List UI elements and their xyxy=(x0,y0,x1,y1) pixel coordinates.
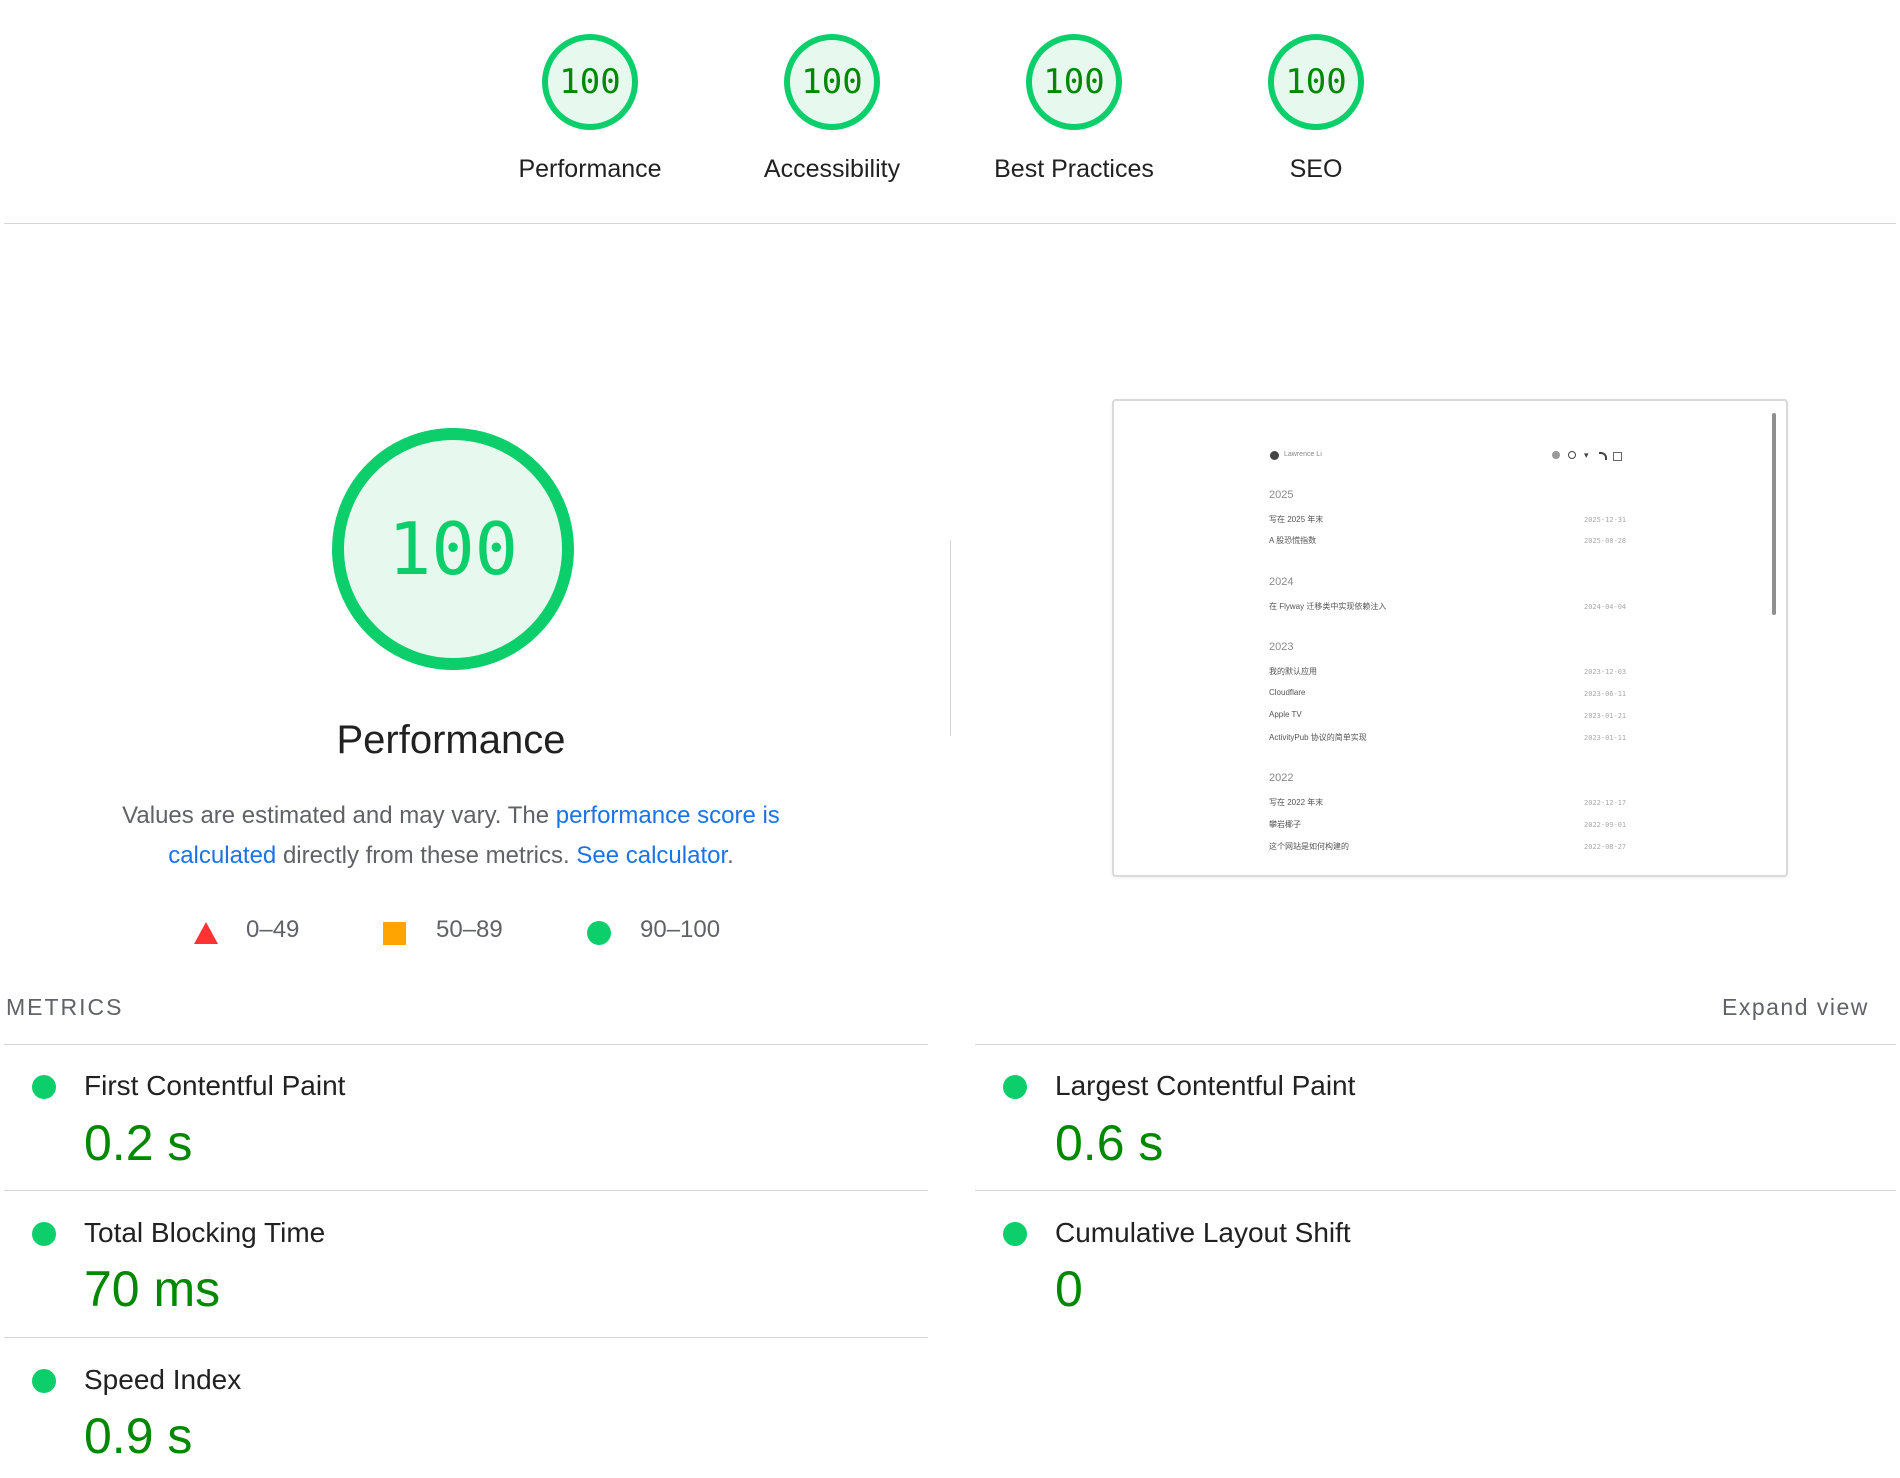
performance-score-gauge: 100 xyxy=(332,428,574,670)
metric-label: Cumulative Layout Shift xyxy=(1055,1217,1351,1248)
gauge-label-best-practices[interactable]: Best Practices xyxy=(954,155,1194,184)
rss-icon xyxy=(1599,452,1607,460)
metric-value: 0.6 s xyxy=(1055,1115,1164,1171)
average-square-icon xyxy=(383,922,406,945)
metric-value: 0.2 s xyxy=(84,1115,193,1171)
pass-circle-icon xyxy=(1003,1222,1027,1246)
pass-circle-icon xyxy=(32,1369,56,1393)
metric-label: Largest Contentful Paint xyxy=(1055,1070,1356,1101)
post-title: Apple TV xyxy=(1269,710,1302,719)
gauge-seo[interactable]: 100 xyxy=(1268,34,1364,130)
pass-circle-icon xyxy=(1003,1075,1027,1099)
post-title: 在 Flyway 迁移类中实现依赖注入 xyxy=(1269,602,1387,611)
divider xyxy=(4,1044,928,1045)
gauge-label-accessibility[interactable]: Accessibility xyxy=(712,155,952,184)
post-title: ActivityPub 协议的简单实现 xyxy=(1269,733,1367,742)
post-date: 2022-09-01 xyxy=(1584,821,1627,829)
fail-triangle-icon xyxy=(194,922,218,944)
legend-fail-range: 0–49 xyxy=(246,916,300,943)
vertical-divider xyxy=(950,540,951,736)
metric-label: First Contentful Paint xyxy=(84,1070,346,1101)
screenshot-scrollbar[interactable] xyxy=(1772,413,1776,615)
see-calculator-link[interactable]: See calculator xyxy=(576,842,727,869)
desc-text: Values are estimated and may vary. The xyxy=(122,802,556,829)
post-date: 2023-12-03 xyxy=(1584,668,1627,676)
post-title: 写在 2025 年末 xyxy=(1269,515,1324,524)
desc-text: directly from these metrics. xyxy=(276,842,577,869)
rss-feed-icon xyxy=(1613,452,1622,461)
legend-pass-range: 90–100 xyxy=(640,916,721,943)
expand-view-button[interactable]: Expand view xyxy=(1722,994,1869,1021)
twitter-icon: ▾ xyxy=(1584,450,1589,460)
pass-circle-icon xyxy=(32,1075,56,1099)
metric-value: 0.9 s xyxy=(84,1408,193,1464)
post-date: 2022-12-17 xyxy=(1584,799,1627,807)
metric-label: Speed Index xyxy=(84,1364,242,1395)
post-date: 2024-04-04 xyxy=(1584,603,1627,611)
post-date: 2025-08-28 xyxy=(1584,537,1627,545)
post-title: Cloudflare xyxy=(1269,688,1306,697)
post-date: 2023-01-21 xyxy=(1584,712,1627,720)
gauge-score: 100 xyxy=(1285,62,1347,102)
divider xyxy=(4,223,1896,224)
post-date: 2023-01-11 xyxy=(1584,734,1627,742)
year-heading: 2025 xyxy=(1269,489,1294,501)
metric-value: 70 ms xyxy=(84,1261,221,1317)
desc-text: . xyxy=(727,842,734,869)
site-avatar-icon xyxy=(1270,451,1279,460)
year-heading: 2024 xyxy=(1269,576,1294,588)
metric-value: 0 xyxy=(1055,1261,1083,1317)
performance-description: Values are estimated and may vary. The p… xyxy=(90,796,812,876)
post-title: 写在 2022 年末 xyxy=(1269,798,1324,807)
post-title: A 股恐慌指数 xyxy=(1269,536,1317,545)
post-title: 攀岩椰子 xyxy=(1269,820,1301,829)
gauge-label-performance[interactable]: Performance xyxy=(470,155,710,184)
performance-title: Performance xyxy=(336,718,566,762)
theme-icon xyxy=(1552,451,1560,459)
gauge-best-practices[interactable]: 100 xyxy=(1026,34,1122,130)
gauge-label-seo[interactable]: SEO xyxy=(1196,155,1436,184)
post-date: 2023-06-11 xyxy=(1584,690,1627,698)
post-date: 2022-08-27 xyxy=(1584,843,1627,851)
divider xyxy=(4,1337,928,1338)
pass-circle-icon xyxy=(587,921,611,945)
site-name: Lawrence Li xyxy=(1284,451,1322,458)
year-heading: 2023 xyxy=(1269,641,1294,653)
metrics-heading: METRICS xyxy=(6,994,124,1020)
post-title: 这个网站是如何构建的 xyxy=(1269,842,1349,851)
gauge-score: 100 xyxy=(1043,62,1105,102)
divider xyxy=(975,1190,1896,1191)
performance-score: 100 xyxy=(387,507,519,591)
gauge-score: 100 xyxy=(801,62,863,102)
divider xyxy=(975,1044,1896,1045)
year-heading: 2022 xyxy=(1269,772,1294,784)
post-title: 我的默认应用 xyxy=(1269,667,1317,676)
legend-average-range: 50–89 xyxy=(436,916,503,943)
github-icon xyxy=(1568,451,1576,459)
metric-label: Total Blocking Time xyxy=(84,1217,326,1248)
pass-circle-icon xyxy=(32,1222,56,1246)
divider xyxy=(4,1190,928,1191)
gauge-score: 100 xyxy=(559,62,621,102)
gauge-performance[interactable]: 100 xyxy=(542,34,638,130)
final-screenshot[interactable]: Lawrence Li ▾ 2025 写在 2025 年末 2025-12-31… xyxy=(1112,399,1788,877)
gauge-accessibility[interactable]: 100 xyxy=(784,34,880,130)
post-date: 2025-12-31 xyxy=(1584,516,1627,524)
